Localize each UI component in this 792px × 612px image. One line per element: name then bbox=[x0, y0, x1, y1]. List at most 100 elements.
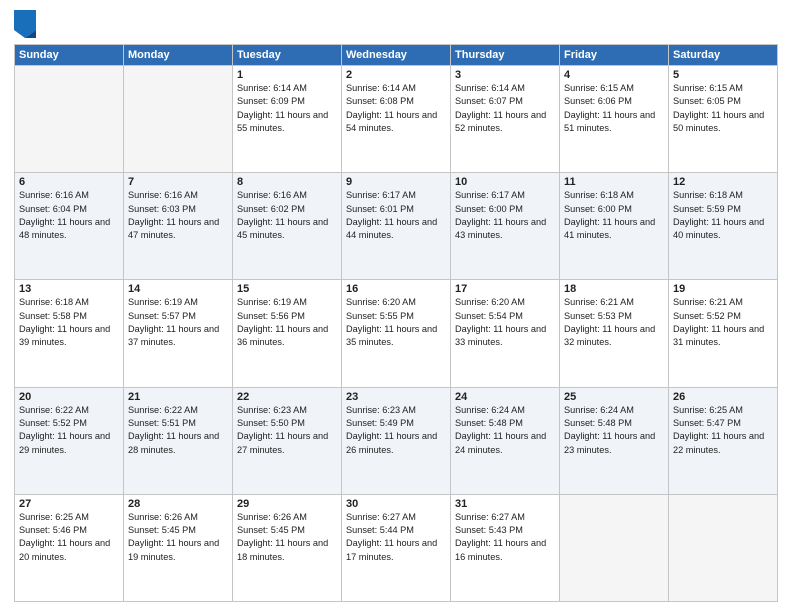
calendar-day-cell: 26Sunrise: 6:25 AMSunset: 5:47 PMDayligh… bbox=[669, 387, 778, 494]
day-info: Sunrise: 6:24 AMSunset: 5:48 PMDaylight:… bbox=[455, 404, 555, 457]
day-info: Sunrise: 6:25 AMSunset: 5:47 PMDaylight:… bbox=[673, 404, 773, 457]
day-info: Sunrise: 6:18 AMSunset: 6:00 PMDaylight:… bbox=[564, 189, 664, 242]
calendar-day-cell bbox=[124, 66, 233, 173]
day-number: 27 bbox=[19, 498, 119, 510]
calendar-day-cell: 3Sunrise: 6:14 AMSunset: 6:07 PMDaylight… bbox=[451, 66, 560, 173]
calendar-header-row: SundayMondayTuesdayWednesdayThursdayFrid… bbox=[15, 45, 778, 66]
calendar-day-cell: 11Sunrise: 6:18 AMSunset: 6:00 PMDayligh… bbox=[560, 173, 669, 280]
calendar-day-cell: 29Sunrise: 6:26 AMSunset: 5:45 PMDayligh… bbox=[233, 494, 342, 601]
day-number: 4 bbox=[564, 69, 664, 81]
day-info: Sunrise: 6:22 AMSunset: 5:52 PMDaylight:… bbox=[19, 404, 119, 457]
calendar-day-cell: 14Sunrise: 6:19 AMSunset: 5:57 PMDayligh… bbox=[124, 280, 233, 387]
calendar-table: SundayMondayTuesdayWednesdayThursdayFrid… bbox=[14, 44, 778, 602]
day-info: Sunrise: 6:23 AMSunset: 5:49 PMDaylight:… bbox=[346, 404, 446, 457]
day-number: 26 bbox=[673, 391, 773, 403]
day-info: Sunrise: 6:17 AMSunset: 6:01 PMDaylight:… bbox=[346, 189, 446, 242]
day-info: Sunrise: 6:20 AMSunset: 5:55 PMDaylight:… bbox=[346, 296, 446, 349]
day-number: 30 bbox=[346, 498, 446, 510]
day-info: Sunrise: 6:15 AMSunset: 6:06 PMDaylight:… bbox=[564, 82, 664, 135]
day-number: 9 bbox=[346, 176, 446, 188]
weekday-header: Wednesday bbox=[342, 45, 451, 66]
weekday-header: Sunday bbox=[15, 45, 124, 66]
calendar-day-cell: 15Sunrise: 6:19 AMSunset: 5:56 PMDayligh… bbox=[233, 280, 342, 387]
weekday-header: Friday bbox=[560, 45, 669, 66]
calendar-day-cell: 23Sunrise: 6:23 AMSunset: 5:49 PMDayligh… bbox=[342, 387, 451, 494]
calendar-day-cell: 10Sunrise: 6:17 AMSunset: 6:00 PMDayligh… bbox=[451, 173, 560, 280]
calendar-week-row: 1Sunrise: 6:14 AMSunset: 6:09 PMDaylight… bbox=[15, 66, 778, 173]
day-number: 6 bbox=[19, 176, 119, 188]
day-info: Sunrise: 6:14 AMSunset: 6:08 PMDaylight:… bbox=[346, 82, 446, 135]
day-number: 13 bbox=[19, 283, 119, 295]
calendar-day-cell: 13Sunrise: 6:18 AMSunset: 5:58 PMDayligh… bbox=[15, 280, 124, 387]
day-number: 31 bbox=[455, 498, 555, 510]
day-number: 5 bbox=[673, 69, 773, 81]
calendar-day-cell bbox=[15, 66, 124, 173]
day-info: Sunrise: 6:19 AMSunset: 5:57 PMDaylight:… bbox=[128, 296, 228, 349]
page: SundayMondayTuesdayWednesdayThursdayFrid… bbox=[0, 0, 792, 612]
calendar-day-cell: 30Sunrise: 6:27 AMSunset: 5:44 PMDayligh… bbox=[342, 494, 451, 601]
day-number: 17 bbox=[455, 283, 555, 295]
calendar-day-cell: 17Sunrise: 6:20 AMSunset: 5:54 PMDayligh… bbox=[451, 280, 560, 387]
weekday-header: Tuesday bbox=[233, 45, 342, 66]
day-number: 23 bbox=[346, 391, 446, 403]
day-number: 20 bbox=[19, 391, 119, 403]
day-number: 2 bbox=[346, 69, 446, 81]
day-info: Sunrise: 6:26 AMSunset: 5:45 PMDaylight:… bbox=[128, 511, 228, 564]
day-info: Sunrise: 6:18 AMSunset: 5:58 PMDaylight:… bbox=[19, 296, 119, 349]
day-info: Sunrise: 6:22 AMSunset: 5:51 PMDaylight:… bbox=[128, 404, 228, 457]
day-number: 16 bbox=[346, 283, 446, 295]
calendar-day-cell: 31Sunrise: 6:27 AMSunset: 5:43 PMDayligh… bbox=[451, 494, 560, 601]
day-info: Sunrise: 6:23 AMSunset: 5:50 PMDaylight:… bbox=[237, 404, 337, 457]
day-number: 1 bbox=[237, 69, 337, 81]
calendar-day-cell: 24Sunrise: 6:24 AMSunset: 5:48 PMDayligh… bbox=[451, 387, 560, 494]
calendar-day-cell: 2Sunrise: 6:14 AMSunset: 6:08 PMDaylight… bbox=[342, 66, 451, 173]
calendar-week-row: 6Sunrise: 6:16 AMSunset: 6:04 PMDaylight… bbox=[15, 173, 778, 280]
day-number: 22 bbox=[237, 391, 337, 403]
weekday-header: Monday bbox=[124, 45, 233, 66]
logo bbox=[14, 10, 39, 38]
calendar-day-cell: 4Sunrise: 6:15 AMSunset: 6:06 PMDaylight… bbox=[560, 66, 669, 173]
header bbox=[14, 10, 778, 38]
day-info: Sunrise: 6:21 AMSunset: 5:52 PMDaylight:… bbox=[673, 296, 773, 349]
day-info: Sunrise: 6:16 AMSunset: 6:02 PMDaylight:… bbox=[237, 189, 337, 242]
day-number: 21 bbox=[128, 391, 228, 403]
day-info: Sunrise: 6:16 AMSunset: 6:03 PMDaylight:… bbox=[128, 189, 228, 242]
day-info: Sunrise: 6:20 AMSunset: 5:54 PMDaylight:… bbox=[455, 296, 555, 349]
calendar-day-cell: 7Sunrise: 6:16 AMSunset: 6:03 PMDaylight… bbox=[124, 173, 233, 280]
calendar-week-row: 13Sunrise: 6:18 AMSunset: 5:58 PMDayligh… bbox=[15, 280, 778, 387]
calendar-day-cell: 27Sunrise: 6:25 AMSunset: 5:46 PMDayligh… bbox=[15, 494, 124, 601]
day-info: Sunrise: 6:18 AMSunset: 5:59 PMDaylight:… bbox=[673, 189, 773, 242]
calendar-day-cell: 16Sunrise: 6:20 AMSunset: 5:55 PMDayligh… bbox=[342, 280, 451, 387]
calendar-day-cell: 6Sunrise: 6:16 AMSunset: 6:04 PMDaylight… bbox=[15, 173, 124, 280]
day-number: 28 bbox=[128, 498, 228, 510]
day-number: 12 bbox=[673, 176, 773, 188]
calendar-day-cell: 21Sunrise: 6:22 AMSunset: 5:51 PMDayligh… bbox=[124, 387, 233, 494]
day-info: Sunrise: 6:16 AMSunset: 6:04 PMDaylight:… bbox=[19, 189, 119, 242]
day-number: 15 bbox=[237, 283, 337, 295]
day-number: 18 bbox=[564, 283, 664, 295]
calendar-week-row: 27Sunrise: 6:25 AMSunset: 5:46 PMDayligh… bbox=[15, 494, 778, 601]
weekday-header: Thursday bbox=[451, 45, 560, 66]
day-number: 7 bbox=[128, 176, 228, 188]
calendar-day-cell: 28Sunrise: 6:26 AMSunset: 5:45 PMDayligh… bbox=[124, 494, 233, 601]
day-number: 19 bbox=[673, 283, 773, 295]
calendar-day-cell: 8Sunrise: 6:16 AMSunset: 6:02 PMDaylight… bbox=[233, 173, 342, 280]
calendar-day-cell bbox=[669, 494, 778, 601]
weekday-header: Saturday bbox=[669, 45, 778, 66]
day-info: Sunrise: 6:15 AMSunset: 6:05 PMDaylight:… bbox=[673, 82, 773, 135]
calendar-day-cell: 25Sunrise: 6:24 AMSunset: 5:48 PMDayligh… bbox=[560, 387, 669, 494]
day-info: Sunrise: 6:24 AMSunset: 5:48 PMDaylight:… bbox=[564, 404, 664, 457]
calendar-day-cell: 5Sunrise: 6:15 AMSunset: 6:05 PMDaylight… bbox=[669, 66, 778, 173]
calendar-day-cell: 12Sunrise: 6:18 AMSunset: 5:59 PMDayligh… bbox=[669, 173, 778, 280]
day-info: Sunrise: 6:21 AMSunset: 5:53 PMDaylight:… bbox=[564, 296, 664, 349]
calendar-day-cell: 22Sunrise: 6:23 AMSunset: 5:50 PMDayligh… bbox=[233, 387, 342, 494]
day-number: 11 bbox=[564, 176, 664, 188]
calendar-day-cell: 9Sunrise: 6:17 AMSunset: 6:01 PMDaylight… bbox=[342, 173, 451, 280]
calendar-day-cell: 19Sunrise: 6:21 AMSunset: 5:52 PMDayligh… bbox=[669, 280, 778, 387]
day-info: Sunrise: 6:17 AMSunset: 6:00 PMDaylight:… bbox=[455, 189, 555, 242]
calendar-day-cell bbox=[560, 494, 669, 601]
calendar-week-row: 20Sunrise: 6:22 AMSunset: 5:52 PMDayligh… bbox=[15, 387, 778, 494]
day-number: 24 bbox=[455, 391, 555, 403]
day-number: 29 bbox=[237, 498, 337, 510]
calendar-day-cell: 20Sunrise: 6:22 AMSunset: 5:52 PMDayligh… bbox=[15, 387, 124, 494]
